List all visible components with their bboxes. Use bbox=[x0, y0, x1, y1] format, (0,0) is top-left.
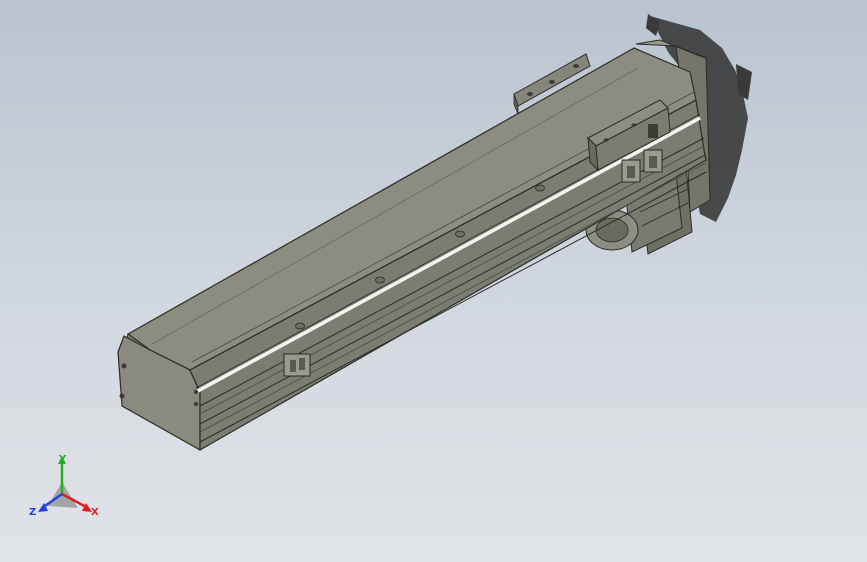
carriage-hole bbox=[631, 123, 637, 127]
front-hole bbox=[119, 393, 125, 399]
cover-hole bbox=[375, 276, 385, 284]
z-axis-label: Z bbox=[29, 507, 36, 518]
cad-model-scene[interactable]: Y X Z bbox=[0, 0, 867, 562]
axis-triad: Y X Z bbox=[29, 454, 99, 518]
cover-hole bbox=[455, 230, 465, 238]
bracket-hole bbox=[573, 64, 579, 68]
front-hole bbox=[121, 363, 127, 369]
x-axis-label: X bbox=[91, 507, 99, 518]
front-hole bbox=[193, 401, 199, 407]
sensor-slot bbox=[299, 358, 305, 370]
carriage-hole bbox=[603, 138, 609, 142]
sensor-slot bbox=[627, 166, 635, 178]
front-hole bbox=[193, 389, 199, 395]
sensor-head bbox=[648, 124, 658, 138]
cad-viewport[interactable]: Y X Z bbox=[0, 0, 867, 562]
limit-sensor-bracket-front[interactable] bbox=[283, 353, 311, 377]
cover-hole bbox=[295, 322, 305, 330]
sensor-slot bbox=[290, 360, 296, 372]
sensor-slot bbox=[649, 156, 657, 168]
sensor-bracket bbox=[283, 353, 311, 377]
bracket-hole bbox=[549, 80, 555, 84]
bracket-hole bbox=[527, 92, 533, 96]
cover-hole bbox=[535, 184, 545, 192]
y-axis-label: Y bbox=[58, 454, 67, 465]
